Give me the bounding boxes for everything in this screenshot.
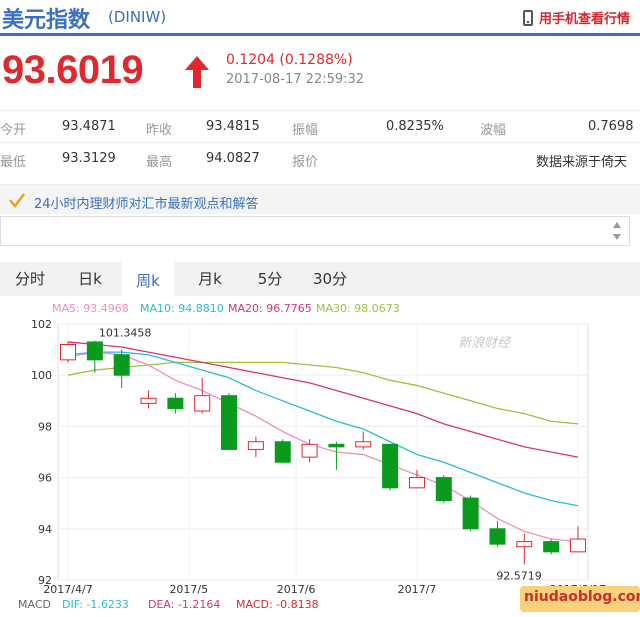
amplitude-value: 0.8235%	[386, 119, 444, 134]
mobile-view-link[interactable]: 用手机查看行情	[522, 8, 630, 27]
x-tick-label: 2017/6	[277, 583, 316, 596]
mobile-view-label: 用手机查看行情	[538, 12, 630, 27]
kline-chart[interactable]: 102100989694922017/4/7 2017/5 2017/6 2017/7…	[0, 318, 640, 617]
checkmark-icon	[9, 193, 25, 208]
tab-5min[interactable]: 5分	[244, 262, 296, 296]
news-scroller[interactable]	[0, 216, 630, 246]
quote-time: 2017-08-17 22:59:32	[226, 72, 365, 87]
quote-source-label: 报价	[292, 155, 319, 170]
arrow-up-icon	[185, 56, 209, 88]
plot-frame	[57, 323, 589, 581]
scroll-up-icon[interactable]	[613, 222, 621, 228]
candle-body	[274, 441, 291, 463]
stats-table: 今开 93.4871 昨收 93.4815 振幅 0.8235% 波幅 0.76…	[0, 110, 640, 174]
x-tick-label: 2017/7	[398, 583, 437, 596]
scroll-down-icon[interactable]	[613, 234, 621, 240]
candle-body	[60, 343, 76, 361]
tab-monthly-k[interactable]: 月k	[184, 262, 236, 296]
candle-body	[247, 441, 264, 450]
quote-block: 93.6019 0.1204 (0.1288%) 2017-08-17 22:5…	[0, 40, 640, 100]
candle-body	[516, 541, 533, 548]
header: 美元指数 (DINIW) 用手机查看行情	[0, 0, 640, 36]
candle-body	[462, 497, 479, 530]
open-label: 今开	[0, 123, 27, 138]
ma5-line	[67, 351, 579, 543]
y-tick-label: 96	[38, 472, 52, 485]
open-value: 93.4871	[62, 119, 116, 134]
candle-body	[167, 397, 184, 409]
legend-ma10: MA10: 94.8810	[140, 302, 224, 315]
candle-body	[489, 528, 506, 545]
current-price: 93.6019	[2, 48, 144, 92]
candle-body	[86, 341, 103, 361]
low-label: 最低	[0, 155, 27, 170]
candle-body	[301, 443, 318, 458]
y-tick-label: 102	[31, 318, 52, 331]
tab-intraday[interactable]: 分时	[4, 262, 56, 296]
news-headline[interactable]: 24小时内理财师对汇市最新观点和解答	[34, 193, 259, 212]
amplitude-label: 振幅	[292, 123, 319, 138]
low-value: 93.3129	[62, 151, 116, 166]
candle-body	[194, 395, 211, 412]
tab-daily-k[interactable]: 日k	[64, 262, 116, 296]
stats-row: 今开 93.4871 昨收 93.4815 振幅 0.8235% 波幅 0.76…	[0, 110, 640, 142]
x-tick-label: 2017/4/7	[43, 583, 92, 596]
page-title: 美元指数	[2, 8, 91, 33]
candle-body	[355, 441, 372, 448]
high-label: 最高	[146, 155, 173, 170]
y-tick-label: 100	[31, 369, 52, 382]
high-value: 94.0827	[206, 151, 260, 166]
quote-source-value: 数据来源于倚天	[536, 155, 628, 170]
candle-body	[435, 477, 452, 502]
news-bar[interactable]: 24小时内理财师对汇市最新观点和解答	[0, 184, 640, 214]
x-tick-label: 2017/5	[169, 583, 208, 596]
candle-body	[382, 443, 399, 489]
candle-body	[570, 538, 586, 553]
candle-body	[543, 541, 560, 553]
legend-ma5: MA5: 93.4968	[52, 302, 129, 315]
stats-row: 最低 93.3129 最高 94.0827 报价 数据来源于倚天	[0, 142, 640, 174]
ma-legend: MA5: 93.4968 MA10: 94.8810 MA20: 96.7765…	[0, 302, 640, 318]
y-tick-label: 98	[38, 420, 52, 433]
wave-value: 0.7698	[588, 119, 634, 134]
prev-close-value: 93.4815	[206, 119, 260, 134]
high-annotation: 101.3458	[99, 327, 152, 340]
ma30-line	[67, 361, 579, 425]
wave-label: 波幅	[480, 123, 507, 138]
macd-dea: DEA: -1.2164	[148, 598, 221, 611]
prev-close-label: 昨收	[146, 123, 173, 138]
sina-watermark: 新浪财经	[458, 336, 511, 351]
low-annotation: 92.5719	[496, 569, 542, 582]
legend-ma30: MA30: 98.0673	[316, 302, 400, 315]
legend-ma20: MA20: 96.7765	[228, 302, 312, 315]
phone-icon	[522, 9, 533, 26]
candle-body	[113, 354, 130, 376]
macd-dif: DIF: -1.6233	[62, 598, 129, 611]
symbol-code: (DINIW)	[108, 8, 167, 26]
tab-30min[interactable]: 30分	[304, 262, 356, 296]
macd-label: MACD	[18, 598, 51, 611]
candle-body	[140, 397, 157, 404]
tab-weekly-k[interactable]: 周k	[122, 262, 174, 296]
y-tick-label: 94	[38, 523, 52, 536]
macd-value: MACD: -0.8138	[236, 598, 319, 611]
site-watermark: niudaoblog.com	[520, 586, 640, 612]
candle-body	[408, 477, 425, 489]
candle-body	[328, 443, 345, 448]
chart-tabs: 分时 日k 周k 月k 5分 30分	[0, 262, 640, 296]
candle-body	[221, 395, 238, 450]
price-change: 0.1204 (0.1288%)	[226, 52, 353, 68]
